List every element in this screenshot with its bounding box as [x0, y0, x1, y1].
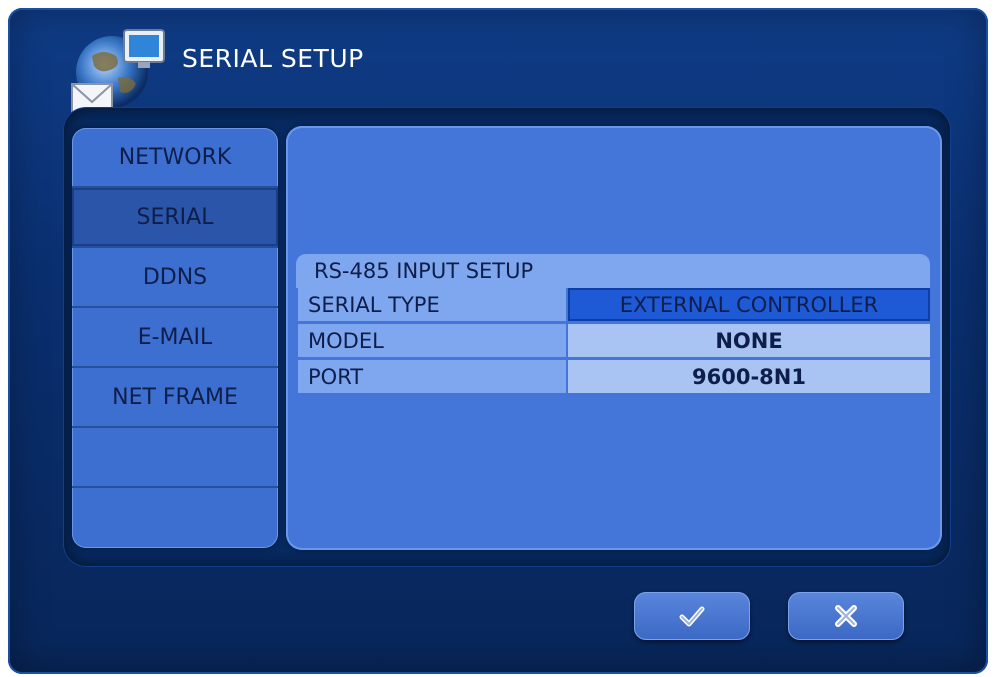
ok-button[interactable] — [634, 592, 750, 640]
sidebar-item-empty-2 — [72, 488, 278, 548]
section-title: RS-485 INPUT SETUP — [296, 254, 930, 288]
window-title: SERIAL SETUP — [182, 44, 364, 73]
sidebar: NETWORK SERIAL DDNS E-MAIL NET FRAME — [72, 128, 278, 548]
serial-type-label: SERIAL TYPE — [298, 288, 566, 321]
sidebar-item-serial[interactable]: SERIAL — [72, 188, 278, 248]
port-label: PORT — [298, 360, 566, 393]
port-value[interactable]: 9600-8N1 — [568, 360, 930, 393]
sidebar-item-ddns[interactable]: DDNS — [72, 248, 278, 308]
close-x-icon — [835, 605, 857, 627]
sidebar-item-net-frame[interactable]: NET FRAME — [72, 368, 278, 428]
cancel-button[interactable] — [788, 592, 904, 640]
sidebar-item-email[interactable]: E-MAIL — [72, 308, 278, 368]
model-value[interactable]: NONE — [568, 324, 930, 357]
serial-type-value[interactable]: EXTERNAL CONTROLLER — [568, 288, 930, 321]
model-label: MODEL — [298, 324, 566, 357]
sidebar-item-network[interactable]: NETWORK — [72, 128, 278, 188]
sidebar-item-empty-1 — [72, 428, 278, 488]
checkmark-icon — [679, 606, 705, 627]
